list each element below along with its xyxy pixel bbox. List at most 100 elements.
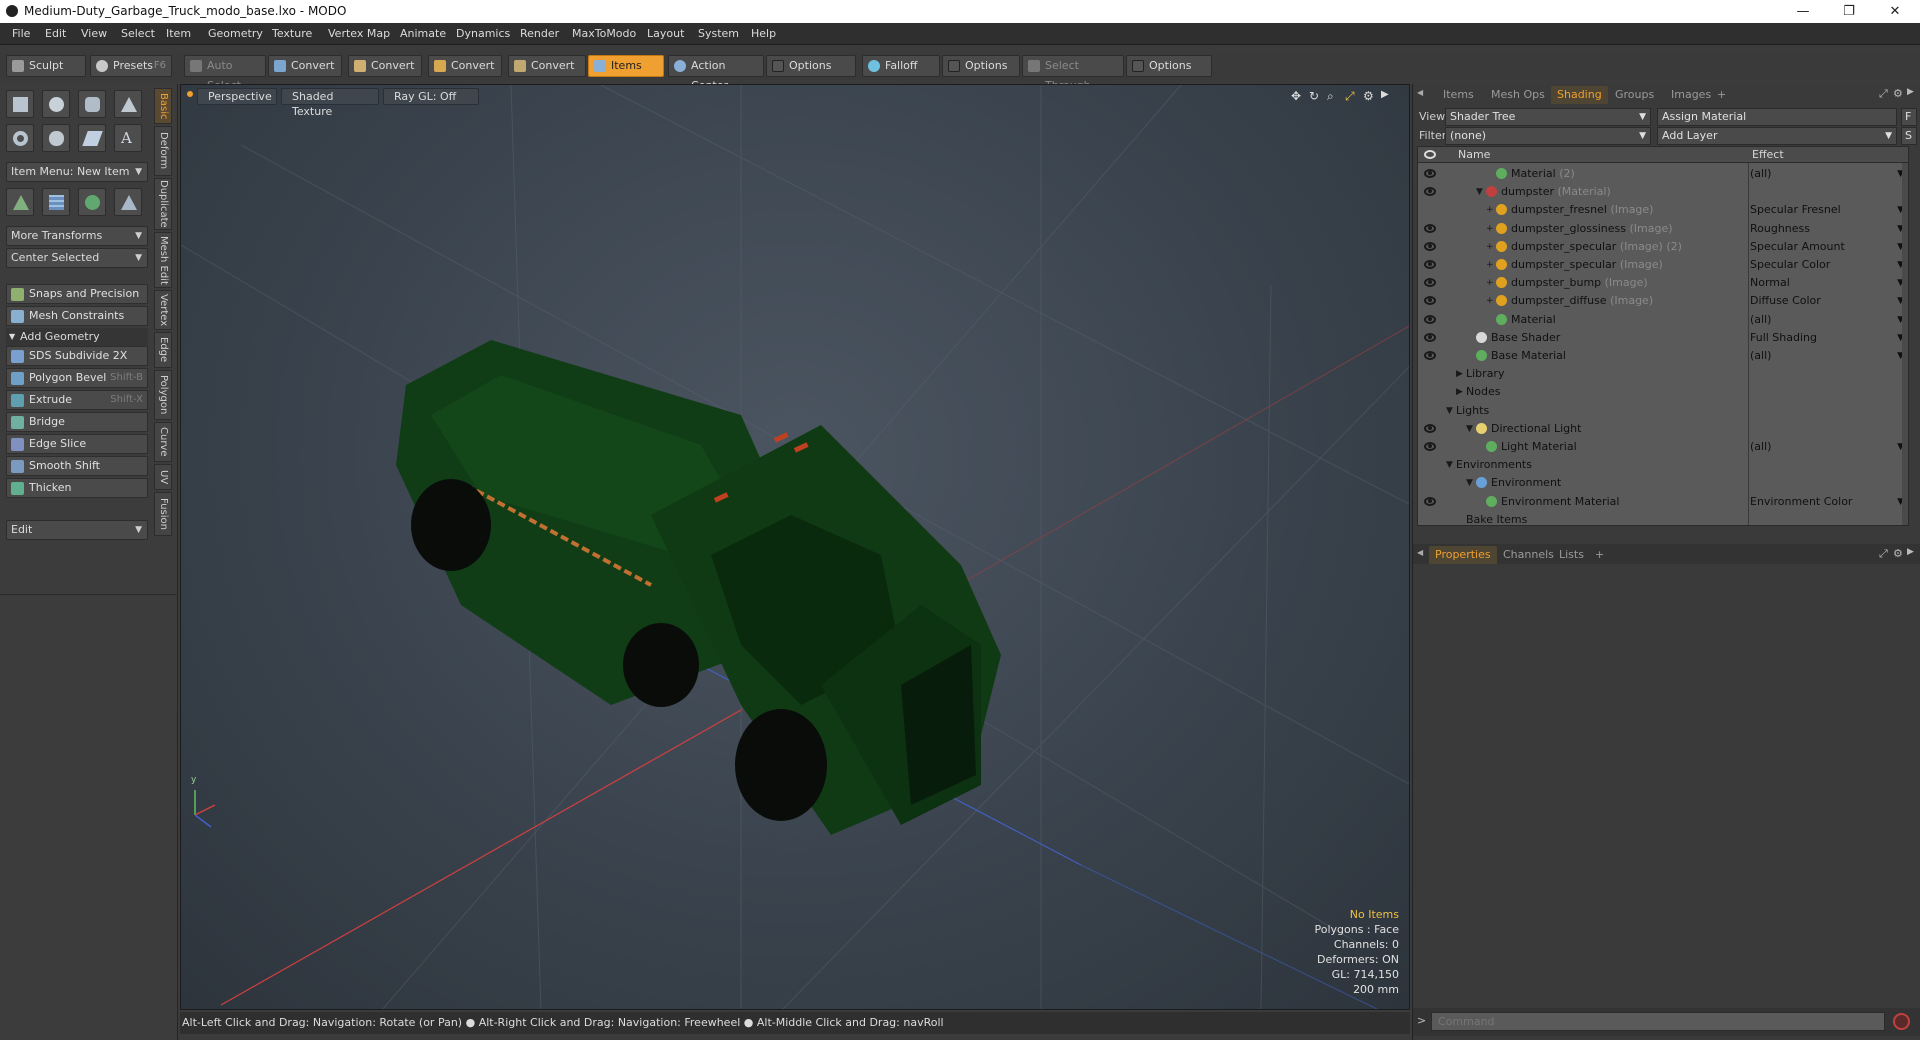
menu-animate[interactable]: Animate bbox=[400, 27, 446, 40]
shader-tree-row[interactable]: Material (all) ▼ bbox=[1418, 311, 1908, 329]
shader-tree-row[interactable]: ▼ Environments bbox=[1418, 456, 1908, 474]
shader-tree-row[interactable]: Bake Items bbox=[1418, 511, 1908, 525]
menu-file[interactable]: File bbox=[12, 27, 30, 40]
effect-dropdown[interactable]: Roughness ▼ bbox=[1748, 220, 1908, 238]
vtab-duplicate[interactable]: Duplicate bbox=[154, 178, 172, 230]
shader-tree-row[interactable]: + dumpster_fresnel (Image) Specular Fresne… bbox=[1418, 201, 1908, 219]
visibility-eye-icon[interactable] bbox=[1424, 241, 1436, 251]
effect-dropdown[interactable]: Specular Fresnel ▼ bbox=[1748, 201, 1908, 219]
menu-system[interactable]: System bbox=[698, 27, 739, 40]
vtab-uv[interactable]: UV bbox=[154, 464, 172, 490]
tool-button-thicken[interactable]: Thicken bbox=[6, 478, 148, 498]
falloff-button[interactable]: Falloff bbox=[862, 55, 940, 77]
action-center-options-button[interactable]: Options bbox=[766, 55, 856, 77]
shader-tree-row[interactable]: + dumpster_glossiness (Image) Roughness ▼ bbox=[1418, 220, 1908, 238]
convert-polygons-button[interactable]: Convert bbox=[428, 55, 502, 77]
edit-dropdown[interactable]: Edit ▼ bbox=[6, 520, 148, 540]
tool-button-sds-subdivide-2x[interactable]: SDS Subdivide 2X bbox=[6, 346, 148, 366]
add-layer-dropdown[interactable]: Add Layer ▼ bbox=[1657, 127, 1897, 145]
visibility-eye-icon[interactable] bbox=[1424, 351, 1436, 360]
filter-select[interactable]: (none) ▼ bbox=[1445, 127, 1651, 145]
convert-edges-button[interactable]: Convert bbox=[348, 55, 422, 77]
tree-scrollbar[interactable] bbox=[1902, 163, 1908, 525]
visibility-eye-icon[interactable] bbox=[1424, 332, 1436, 342]
effect-dropdown[interactable]: Full Shading ▼ bbox=[1748, 329, 1908, 347]
convert-materials-button[interactable]: Convert bbox=[508, 55, 586, 77]
expand-plus-icon[interactable]: + bbox=[1486, 220, 1494, 238]
visibility-eye-icon[interactable] bbox=[1424, 442, 1436, 451]
expand-plus-icon[interactable]: + bbox=[1486, 238, 1494, 256]
visibility-eye-icon[interactable] bbox=[1424, 314, 1436, 324]
tab-mesh-ops[interactable]: Mesh Ops bbox=[1485, 86, 1551, 104]
vtab-deform[interactable]: Deform bbox=[154, 126, 172, 176]
shader-tree-row[interactable]: Environment Material Environment Color ▼ bbox=[1418, 493, 1908, 511]
panel-menu-triangle-icon[interactable]: ◀ bbox=[1417, 88, 1423, 97]
grid-tool-button[interactable] bbox=[42, 188, 70, 216]
effect-dropdown[interactable]: Specular Amount ▼ bbox=[1748, 238, 1908, 256]
items-mode-button[interactable]: Items bbox=[588, 55, 664, 77]
visibility-eye-icon[interactable] bbox=[1424, 169, 1436, 178]
tool-button-smooth-shift[interactable]: Smooth Shift bbox=[6, 456, 148, 476]
expand-triangle-icon[interactable]: ▼ bbox=[1466, 420, 1473, 438]
add-lower-tab-button[interactable]: + bbox=[1589, 546, 1610, 564]
tab-items[interactable]: Items bbox=[1437, 86, 1480, 104]
maximize-panel-icon[interactable]: ⤢ bbox=[1879, 87, 1888, 101]
snaps-precision-button[interactable]: Snaps and Precision bbox=[6, 284, 148, 304]
expand-triangle-icon[interactable]: ▼ bbox=[1446, 402, 1453, 420]
menu-item[interactable]: Item bbox=[166, 27, 191, 40]
tool-button-extrude[interactable]: Extrude Shift-X bbox=[6, 390, 148, 410]
vtab-mesh-edit[interactable]: Mesh Edit bbox=[154, 232, 172, 288]
visibility-eye-icon[interactable] bbox=[1424, 423, 1436, 433]
panel-expand-arrow-icon[interactable]: ▶ bbox=[1907, 87, 1914, 97]
command-input[interactable] bbox=[1431, 1012, 1885, 1031]
shader-tree-row[interactable]: ▼ dumpster (Material) bbox=[1418, 183, 1908, 201]
menu-texture[interactable]: Texture bbox=[272, 27, 312, 40]
tab-shading[interactable]: Shading bbox=[1551, 86, 1608, 104]
visibility-eye-icon[interactable] bbox=[1424, 260, 1436, 269]
effect-column-header[interactable]: Effect bbox=[1752, 147, 1784, 163]
item-menu-dropdown[interactable]: Item Menu: New Item ▼ bbox=[6, 162, 148, 182]
minimize-button[interactable]: — bbox=[1780, 0, 1826, 23]
cone-primitive-button[interactable] bbox=[114, 90, 142, 118]
effect-dropdown[interactable]: Specular Color ▼ bbox=[1748, 256, 1908, 274]
menu-help[interactable]: Help bbox=[751, 27, 776, 40]
assign-material-button[interactable]: Assign Material bbox=[1657, 108, 1897, 126]
shader-tree-row[interactable]: ▼ Lights bbox=[1418, 402, 1908, 420]
visibility-eye-icon[interactable] bbox=[1424, 296, 1436, 306]
menu-vertex-map[interactable]: Vertex Map bbox=[328, 27, 390, 40]
action-center-button[interactable]: Action Center bbox=[668, 55, 764, 92]
select-through-options-button[interactable]: Options bbox=[1126, 55, 1212, 77]
panel-expand-arrow-icon[interactable]: ▶ bbox=[1907, 547, 1914, 557]
add-tab-button[interactable]: + bbox=[1711, 86, 1732, 104]
menu-layout[interactable]: Layout bbox=[647, 27, 684, 40]
shader-tree-row[interactable]: + dumpster_diffuse (Image) Diffuse Color ▼ bbox=[1418, 292, 1908, 310]
vtab-basic[interactable]: Basic bbox=[154, 88, 172, 124]
effect-dropdown[interactable]: Normal ▼ bbox=[1748, 274, 1908, 292]
3d-viewport[interactable]: Perspective Shaded Texture Ray GL: Off ✥… bbox=[180, 84, 1410, 1010]
vtab-polygon[interactable]: Polygon bbox=[154, 370, 172, 420]
shader-tree-row[interactable]: + dumpster_specular (Image) (2) Specular A… bbox=[1418, 238, 1908, 256]
shader-tree-row[interactable]: Material (2) (all) ▼ bbox=[1418, 165, 1908, 183]
add-geometry-section[interactable]: ▼ Add Geometry bbox=[6, 328, 148, 346]
expand-triangle-icon[interactable]: ▶ bbox=[1456, 383, 1463, 401]
shader-tree-row[interactable]: Base Material (all) ▼ bbox=[1418, 347, 1908, 365]
expand-plus-icon[interactable]: + bbox=[1486, 201, 1494, 219]
effect-dropdown[interactable]: (all) ▼ bbox=[1748, 347, 1908, 365]
menu-render[interactable]: Render bbox=[520, 27, 559, 40]
shader-tree-row[interactable]: ▶ Nodes bbox=[1418, 383, 1908, 401]
effect-dropdown[interactable]: Diffuse Color ▼ bbox=[1748, 292, 1908, 310]
effect-dropdown[interactable]: (all) ▼ bbox=[1748, 165, 1908, 183]
torus-primitive-button[interactable] bbox=[6, 124, 34, 152]
presets-button[interactable]: Presets F6 bbox=[90, 55, 172, 77]
vtab-fusion[interactable]: Fusion bbox=[154, 492, 172, 536]
expand-plus-icon[interactable]: + bbox=[1486, 274, 1494, 292]
panel-settings-gear-icon[interactable]: ⚙ bbox=[1893, 87, 1903, 100]
expand-triangle-icon[interactable]: ▼ bbox=[1476, 183, 1483, 201]
effect-dropdown[interactable]: (all) ▼ bbox=[1748, 438, 1908, 456]
menu-geometry[interactable]: Geometry bbox=[208, 27, 263, 40]
expand-triangle-icon[interactable]: ▶ bbox=[1456, 365, 1463, 383]
tool-button-edge-slice[interactable]: Edge Slice bbox=[6, 434, 148, 454]
convert-vertices-button[interactable]: Convert bbox=[268, 55, 342, 77]
center-selected-dropdown[interactable]: Center Selected ▼ bbox=[6, 248, 148, 268]
falloff-options-button[interactable]: Options bbox=[942, 55, 1020, 77]
